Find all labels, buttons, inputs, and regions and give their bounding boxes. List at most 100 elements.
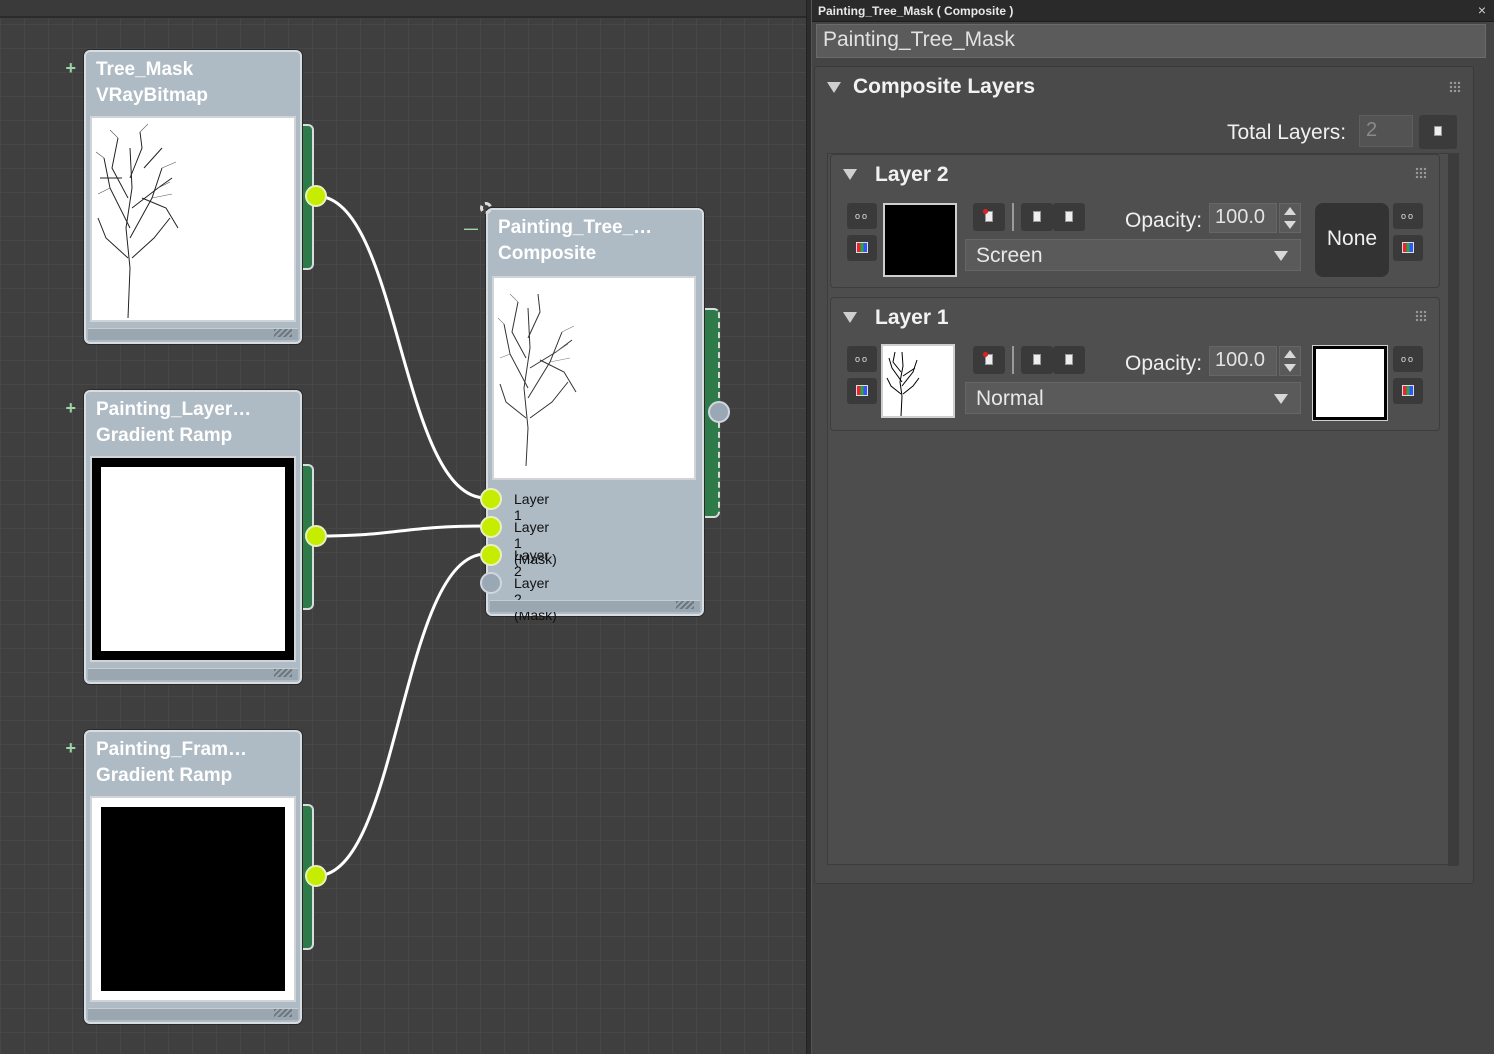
visibility-toggle[interactable]: oo [847,203,877,229]
eye-icon: oo [1401,354,1416,364]
visibility-toggle[interactable]: oo [847,346,877,372]
color-correction-icon [856,242,868,253]
blend-mode-dropdown[interactable]: Screen [965,239,1301,271]
mask-visibility-toggle[interactable]: oo [1393,203,1423,229]
rollout-title[interactable]: Composite Layers [853,75,1035,99]
expand-icon[interactable]: + [65,398,76,419]
input-port[interactable] [480,516,502,538]
drag-handle-icon[interactable] [1415,310,1427,322]
panel-titlebar[interactable]: Painting_Tree_Mask ( Composite ) × [812,0,1494,22]
layer-title[interactable]: Layer 2 [875,163,949,187]
expand-icon[interactable]: + [65,738,76,759]
input-port[interactable] [480,572,502,594]
expand-icon[interactable]: + [65,58,76,79]
output-port[interactable] [305,865,327,887]
mask-color-correct-button[interactable] [1393,378,1423,404]
opacity-field[interactable]: 100.0 [1209,203,1277,233]
add-layer-button[interactable] [1419,115,1457,149]
node-type: VRayBitmap [96,85,208,106]
collapse-icon[interactable]: — [464,220,478,236]
opacity-label: Opacity: [1125,209,1203,232]
toolbar-separator [1012,203,1014,231]
drag-handle-icon[interactable] [1449,81,1461,93]
color-correction-icon [1402,385,1414,396]
node-type: Gradient Ramp [96,765,233,786]
blend-mode-value: Normal [976,387,1044,410]
color-correct-button[interactable] [847,378,877,404]
collapse-triangle-icon[interactable] [843,312,857,323]
total-layers-field[interactable]: 2 [1359,115,1413,147]
collapse-triangle-icon[interactable] [827,82,841,93]
node-footer [88,1008,298,1020]
color-correction-icon [856,385,868,396]
node-title: Painting_Tree_… [498,217,653,238]
opacity-spinner[interactable] [1279,346,1301,376]
layer-title[interactable]: Layer 1 [875,306,949,330]
input-port[interactable] [480,488,502,510]
output-port[interactable] [708,401,730,423]
output-port[interactable] [305,185,327,207]
duplicate-icon [1065,354,1073,365]
layer-map-slot[interactable] [881,344,955,418]
resize-grip[interactable] [274,329,292,337]
tree-silhouette-icon [886,351,920,417]
composite-preview-image [492,276,696,480]
remove-layer-button[interactable] [973,203,1005,231]
layers-list[interactable]: Layer 2 oo Opacity: 100.0 Screen None oo… [827,153,1459,866]
node-type: Gradient Ramp [96,425,233,446]
rename-layer-button[interactable] [1021,203,1053,231]
resize-grip[interactable] [274,1009,292,1017]
collapse-triangle-icon[interactable] [843,169,857,180]
node-editor-top-bar [0,0,806,18]
spinner-up-icon [1284,207,1296,215]
close-icon[interactable]: × [1478,2,1486,18]
spinner-down-icon [1284,364,1296,372]
input-port[interactable] [480,544,502,566]
delete-icon [983,209,993,222]
resize-grip[interactable] [676,601,694,609]
color-correction-icon [1402,242,1414,253]
duplicate-layer-button[interactable] [1053,346,1085,374]
composite-layers-rollout: Composite Layers Total Layers: 2 Layer 2… [814,66,1474,884]
eye-icon: oo [855,211,870,221]
mask-none-label: None [1326,227,1378,250]
node-footer [88,328,298,340]
wire-tree-mask-to-layer1 [315,194,487,500]
remove-layer-button[interactable] [973,346,1005,374]
toolbar-separator [1012,346,1014,374]
layer-map-slot[interactable] [883,203,957,277]
blend-mode-value: Screen [976,244,1043,267]
rename-icon [1033,211,1041,222]
wire-painting-layer-to-layer1-mask [315,524,487,538]
duplicate-layer-button[interactable] [1053,203,1085,231]
gradient-preview-image [90,456,296,662]
output-port[interactable] [305,525,327,547]
blend-mode-dropdown[interactable]: Normal [965,382,1301,414]
opacity-spinner[interactable] [1279,203,1301,233]
scrollbar[interactable] [1448,154,1458,866]
rename-layer-button[interactable] [1021,346,1053,374]
resize-grip[interactable] [274,669,292,677]
eye-icon: oo [855,354,870,364]
opacity-field[interactable]: 100.0 [1209,346,1277,376]
parameter-panel: Painting_Tree_Mask ( Composite ) × Paint… [812,0,1494,1054]
wire-painting-frame-to-layer2 [315,552,487,878]
tree-silhouette-icon [95,123,179,319]
mask-color-correct-button[interactable] [1393,235,1423,261]
color-correct-button[interactable] [847,235,877,261]
panel-title: Painting_Tree_Mask ( Composite ) [818,4,1014,18]
node-title: Painting_Fram… [96,739,247,760]
total-layers-label: Total Layers: [1227,121,1347,144]
node-editor-canvas[interactable]: Tree_Mask VRayBitmap + Painting_Layer… G… [0,0,806,1054]
material-name-field[interactable]: Painting_Tree_Mask [816,24,1486,58]
chevron-down-icon [1274,251,1288,261]
mask-visibility-toggle[interactable]: oo [1393,346,1423,372]
mask-map-slot[interactable] [1313,346,1387,420]
drag-handle-icon[interactable] [1415,167,1427,179]
mask-map-slot[interactable]: None [1315,203,1389,277]
tree-preview-image [90,116,296,322]
tree-silhouette-icon [497,293,577,467]
opacity-label: Opacity: [1125,352,1203,375]
node-footer [88,668,298,680]
node-title: Painting_Layer… [96,399,252,420]
